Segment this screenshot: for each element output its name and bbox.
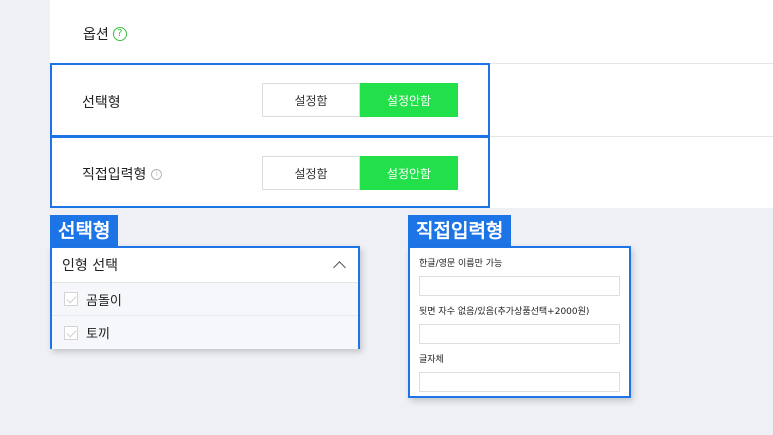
select-type-row: 선택형 설정함 설정안함 [50,63,490,137]
dropdown-item[interactable]: 토끼 [52,316,358,349]
question-circle-icon[interactable]: ? [112,27,127,41]
direct-input-on-button[interactable]: 설정함 [262,156,360,190]
row-divider [490,63,773,64]
checkbox-icon[interactable] [64,292,78,306]
font-input[interactable] [419,372,620,392]
option-header: 옵션 ? [83,24,127,44]
select-type-label-wrap: 선택형 [82,92,121,112]
dropdown-header[interactable]: 인형 선택 [52,248,358,283]
direct-input-off-button[interactable]: 설정안함 [360,156,458,190]
info-circle-icon[interactable]: i [151,168,163,180]
select-type-on-button[interactable]: 설정함 [262,83,360,117]
field-label: 뒷면 자수 없음/있음(추가상품선택+2000원) [419,307,590,317]
dropdown-title: 인형 선택 [62,258,118,274]
direct-input-label: 직접입력형 [82,167,147,183]
field-label: 글자체 [419,355,444,365]
dropdown-item-label: 곰돌이 [86,293,122,309]
dropdown-item[interactable]: 곰돌이 [52,283,358,316]
option-title: 옵션 [83,27,109,43]
select-type-off-button[interactable]: 설정안함 [360,83,458,117]
direct-input-tag: 직접입력형 [408,215,512,247]
select-dropdown-card: 인형 선택 곰돌이 토끼 [50,246,360,349]
direct-input-toggle: 설정함 설정안함 [262,156,458,190]
select-type-label: 선택형 [82,95,121,111]
direct-input-row: 직접입력형 i 설정함 설정안함 [50,136,490,208]
select-type-toggle: 설정함 설정안함 [262,83,458,117]
embroidery-input[interactable] [419,324,620,344]
field-label: 한글/영문 이름만 가능 [419,259,503,269]
dropdown-item-label: 토끼 [86,327,110,342]
chevron-up-icon[interactable] [333,261,346,274]
direct-input-label-wrap: 직접입력형 i [82,164,163,184]
row-divider [490,136,773,137]
select-type-tag: 선택형 [50,215,119,247]
name-input[interactable] [419,276,620,296]
direct-input-card: 한글/영문 이름만 가능 뒷면 자수 없음/있음(추가상품선택+2000원) 글… [408,246,631,398]
checkbox-icon[interactable] [64,325,78,340]
